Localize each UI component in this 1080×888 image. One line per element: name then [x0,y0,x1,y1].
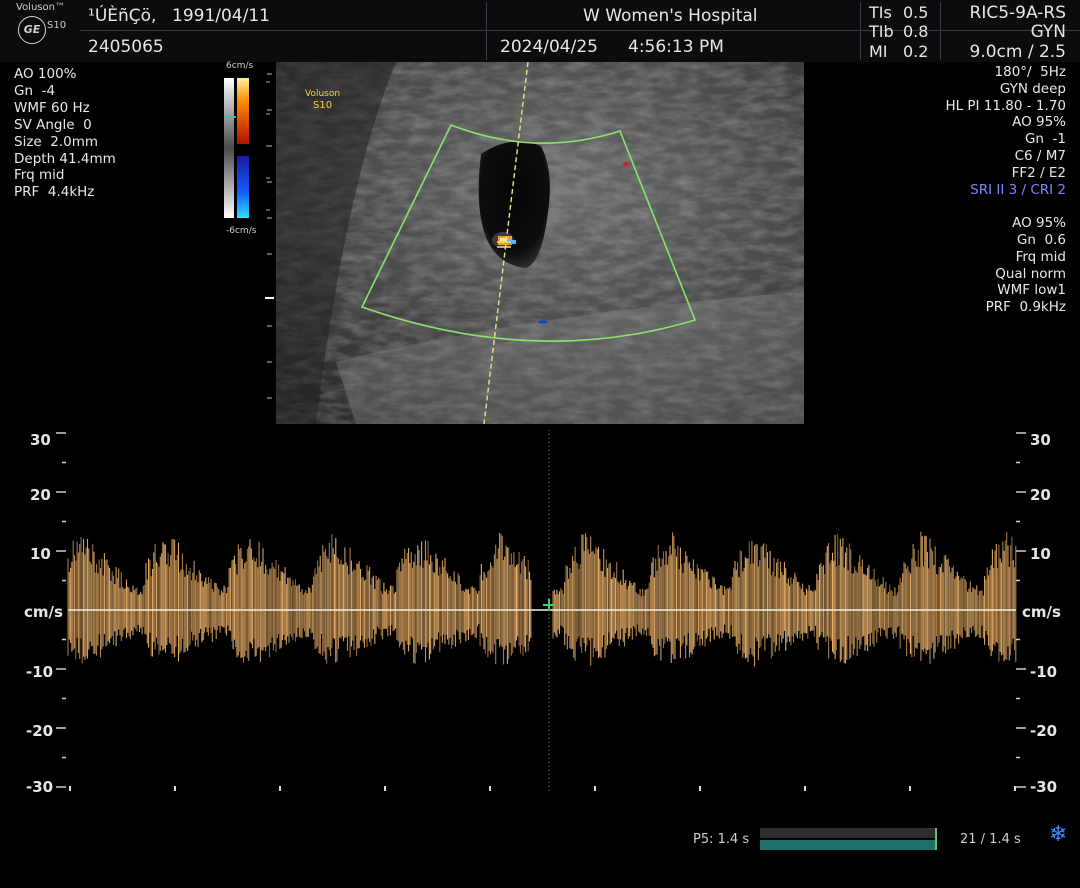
param-line: Qual norm [995,265,1066,282]
scale-ticks-left [56,432,66,788]
time-scale-ticks [69,786,1016,791]
scale-ticks-right [1016,432,1026,788]
param-line: Size 2.0mm [14,133,99,150]
param-line: FF2 / E2 [1011,164,1066,181]
patient-dob: 1991/04/11 [172,6,270,26]
tis-label: TIs [869,3,892,22]
tib-value: 0.8 [903,22,929,41]
depth-zoom-label: 9.0cm / 2.5 [969,42,1066,62]
image-model-label: S10 [313,100,333,111]
param-line: Frq mid [1015,248,1066,265]
header-divider [860,2,861,60]
cine-progress-bar[interactable] [760,828,937,850]
right-parameter-panel: 180°/ 5Hz GYN deep HL PI 11.80 - 1.70 AO… [945,64,1066,316]
param-line: Gn -1 [1024,131,1066,148]
param-line: PRF 4.4kHz [14,184,95,201]
patient-id: 2405065 [88,37,164,57]
param-line: WMF low1 [997,282,1066,299]
param-line: HL PI 11.80 - 1.70 [945,97,1066,114]
cine-track-fill [760,840,936,850]
param-line: SV Angle 0 [14,116,92,133]
param-line: C6 / M7 [1014,147,1066,164]
header-divider [486,2,487,60]
header-divider [80,30,1080,31]
model-label: S10 [47,20,67,31]
brand-label: Voluson™ [16,2,65,13]
param-line: AO 100% [14,66,77,82]
image-brand-label: Voluson [305,89,341,99]
color-bar-top-label: 6cm/s [226,61,254,71]
hospital-name: W Women's Hospital [583,6,758,26]
color-bar-bottom-label: -6cm/s [226,226,257,236]
param-line: Depth 41.4mm [14,150,116,167]
doppler-waveform [67,531,1017,667]
cine-p5-label: P5: 1.4 s [693,832,750,847]
probe-label: RIC5-9A-RS [969,3,1066,23]
mi-value: 0.2 [903,42,929,61]
param-line: AO 95% [1012,215,1066,232]
sri-cri-setting: SRI II 3 / CRI 2 [970,181,1066,198]
tis-value: 0.5 [903,3,929,22]
cine-track-top [760,828,936,838]
param-line: AO 95% [1012,114,1066,131]
depth-scale [265,73,274,399]
ultrasound-image[interactable]: Voluson S10 [276,61,804,425]
param-line: WMF 60 Hz [14,99,90,116]
application-label: GYN [1030,22,1066,42]
ultrasound-render [276,61,804,425]
param-line: Gn 0.6 [1016,231,1066,248]
exam-time: 4:56:13 PM [628,37,724,57]
param-line: PRF 0.9kHz [985,299,1066,316]
param-line: Gn -4 [14,82,56,99]
ge-logo-icon: GE [18,16,46,44]
mi-label: MI [869,42,888,61]
tib-label: TIb [869,22,894,41]
param-line: GYN deep [999,80,1066,97]
snowflake-icon[interactable]: ❄ [1049,822,1067,847]
cine-frames-label: 21 / 1.4 s [960,832,1021,847]
patient-name: ¹ÚÈñÇö, [88,6,157,26]
doppler-spectrum[interactable] [0,424,1080,800]
param-line: Frq mid [14,167,65,184]
left-parameter-panel: AO 100% Gn -4 WMF 60 Hz SV Angle 0 Size … [14,66,116,201]
header-divider [940,2,941,60]
cine-end-marker [935,828,937,850]
param-line: 180°/ 5Hz [994,64,1066,80]
exam-date: 2024/04/25 [500,37,598,57]
